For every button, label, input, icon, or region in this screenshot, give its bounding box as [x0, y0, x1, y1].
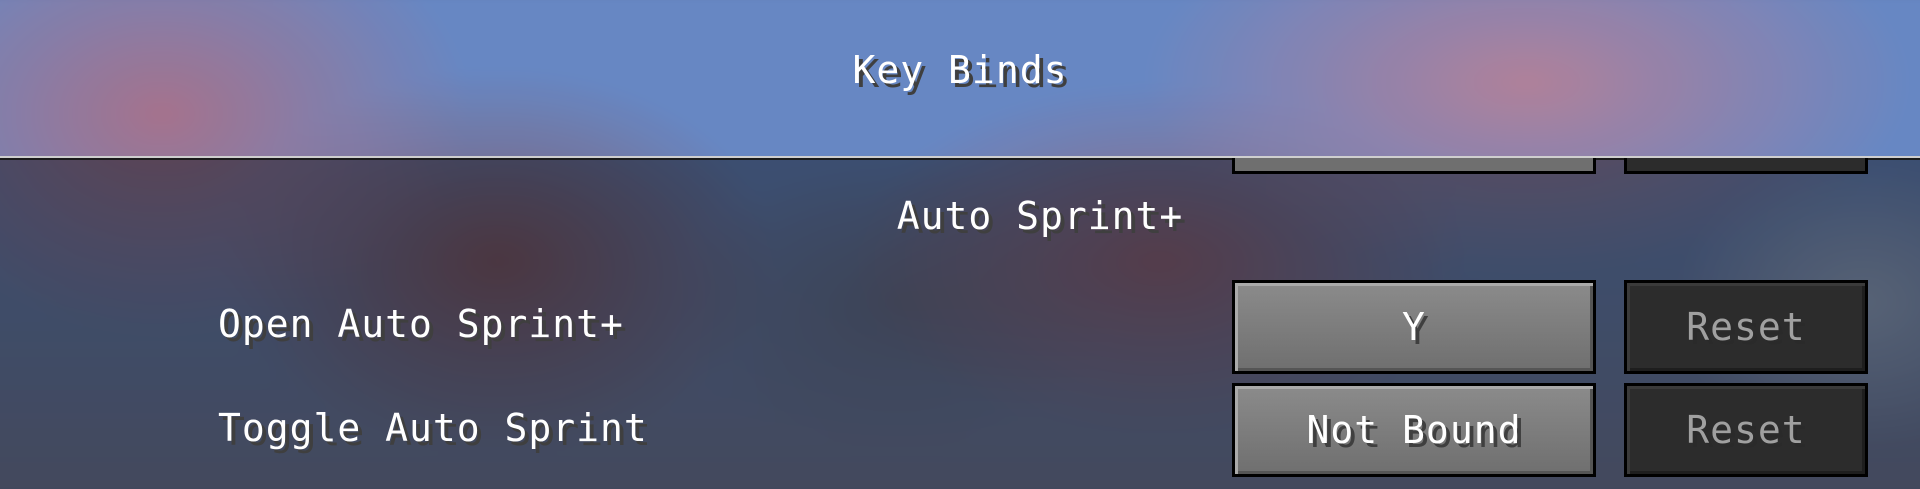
keybind-button-toggle-auto-sprint[interactable]: Not Bound	[1232, 383, 1596, 477]
keybind-value: Not Bound	[1306, 408, 1522, 452]
reset-button-label: Reset	[1686, 408, 1806, 452]
keybind-label-toggle-auto-sprint: Toggle Auto Sprint	[218, 406, 648, 450]
key-binds-screen: Key Binds Auto Sprint+ Open Auto Sprint+…	[0, 0, 1920, 489]
reset-button-label: Reset	[1686, 305, 1806, 349]
page-title: Key Binds	[852, 48, 1068, 92]
previous-row-key-button[interactable]	[1232, 158, 1596, 174]
keybind-button-open-auto-sprint[interactable]: Y	[1232, 280, 1596, 374]
keybind-value: Y	[1402, 305, 1426, 349]
previous-row-reset-button[interactable]	[1624, 158, 1868, 174]
reset-button-toggle-auto-sprint[interactable]: Reset	[1624, 383, 1868, 477]
reset-button-open-auto-sprint[interactable]: Reset	[1624, 280, 1868, 374]
category-header: Auto Sprint+	[896, 194, 1184, 238]
keybind-label-open-auto-sprint: Open Auto Sprint+	[218, 302, 624, 346]
